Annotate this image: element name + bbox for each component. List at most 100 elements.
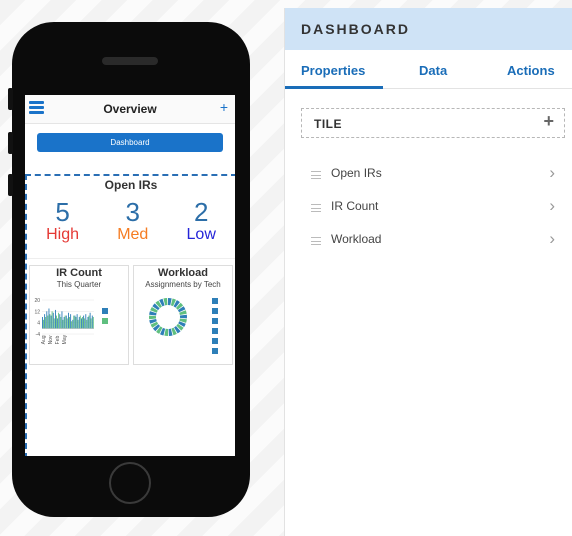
dashboard-drop-zone[interactable]: Open IRs 5 High 3 Med 2 Low IR Count Thi… <box>25 174 235 456</box>
phone-frame: Overview + Dashboard Open IRs 5 High 3 M… <box>8 22 250 517</box>
count-value: 2 <box>193 197 209 227</box>
legend-swatch <box>102 308 108 314</box>
donut-slice <box>179 314 187 319</box>
tab-data[interactable]: Data <box>419 50 447 92</box>
phone-header: Overview + <box>25 95 235 124</box>
donut-slice <box>149 315 157 320</box>
y-tick-label: 4 <box>37 321 40 327</box>
list-item-ir-count[interactable]: IR Count › <box>301 195 565 228</box>
bar <box>55 315 57 329</box>
bar <box>68 317 70 329</box>
bar <box>66 318 68 329</box>
chevron-right-icon[interactable]: › <box>549 196 555 216</box>
panel-header: DASHBOARD <box>285 8 572 50</box>
bar <box>46 311 48 329</box>
count-label: Low <box>186 226 216 243</box>
tile-dropzone[interactable]: TILE + <box>301 108 565 138</box>
chevron-right-icon[interactable]: › <box>549 163 555 183</box>
x-tick-label: May <box>62 334 68 344</box>
donut-slice <box>168 298 172 306</box>
open-irs-title: Open IRs <box>104 178 158 192</box>
bar <box>75 317 77 329</box>
bar <box>68 312 69 329</box>
tab-actions[interactable]: Actions <box>507 50 555 92</box>
bar <box>42 317 43 329</box>
bar <box>79 315 81 329</box>
bar <box>59 314 61 329</box>
bar <box>51 311 53 329</box>
list-item-label: IR Count <box>331 199 379 213</box>
workload-chart <box>149 298 218 354</box>
bar <box>87 317 89 329</box>
panel-tabs: Properties Data Actions <box>285 50 572 89</box>
workload-card[interactable]: Workload Assignments by Tech <box>133 265 233 365</box>
bar <box>55 309 56 329</box>
card-title: IR Count <box>56 267 102 279</box>
legend-swatch <box>212 338 218 344</box>
bar <box>65 315 67 329</box>
x-tick-label: Aug <box>41 335 47 344</box>
bar <box>77 319 79 329</box>
ir-count-card[interactable]: IR Count This Quarter 20 12 4 -4 Aug Nov Feb Ma… <box>29 265 129 365</box>
bar <box>84 318 86 329</box>
phone-title: Overview <box>103 102 157 116</box>
list-item-workload[interactable]: Workload › <box>301 228 565 261</box>
card-subtitle: This Quarter <box>56 280 102 289</box>
bar <box>70 314 72 329</box>
add-tile-icon[interactable]: + <box>543 111 554 132</box>
open-irs-counts: 5 High 3 Med 2 Low <box>27 198 235 244</box>
bar <box>64 315 66 329</box>
bar <box>92 317 94 329</box>
dashboard-button[interactable]: Dashboard <box>37 133 223 152</box>
bar <box>88 315 90 329</box>
bar <box>63 317 65 329</box>
bar <box>81 318 82 329</box>
card-subtitle: Assignments by Tech <box>145 280 221 289</box>
bar <box>47 315 49 329</box>
count-med: 3 Med <box>117 198 148 244</box>
x-tick-label: Feb <box>55 335 61 344</box>
bar <box>73 315 75 329</box>
bar <box>74 315 76 329</box>
bar <box>50 315 52 329</box>
count-label: High <box>46 226 79 243</box>
y-tick-label: 20 <box>34 298 40 304</box>
card-title: Workload <box>158 267 208 279</box>
list-item-label: Workload <box>331 232 382 246</box>
chevron-right-icon[interactable]: › <box>549 229 555 249</box>
phone-side-button <box>8 174 13 196</box>
donut-slice <box>164 328 168 336</box>
bar <box>76 314 78 329</box>
drag-handle-icon[interactable] <box>311 237 321 245</box>
list-item-label: Open IRs <box>331 166 382 180</box>
bar <box>49 314 51 329</box>
bar <box>71 321 73 329</box>
drag-handle-icon[interactable] <box>311 204 321 212</box>
home-button[interactable] <box>109 462 151 504</box>
legend-swatch <box>212 328 218 334</box>
bar <box>53 318 55 329</box>
y-tick-label: -4 <box>36 332 41 338</box>
bar <box>48 308 50 329</box>
phone-side-button <box>8 88 13 110</box>
drag-handle-icon[interactable] <box>311 171 321 179</box>
count-value: 5 <box>55 197 70 227</box>
dashboard-panel: DASHBOARD Properties Data Actions TILE +… <box>284 8 572 536</box>
list-item-open-irs[interactable]: Open IRs › <box>301 162 565 195</box>
bar <box>72 319 74 329</box>
bar <box>60 317 62 329</box>
legend-swatch <box>102 318 108 324</box>
count-low: 2 Low <box>187 198 216 244</box>
bar <box>42 319 44 329</box>
active-tab-indicator <box>285 86 383 89</box>
bar <box>58 312 60 329</box>
count-high: 5 High <box>46 198 79 244</box>
legend-swatch <box>212 298 218 304</box>
count-value: 3 <box>125 197 140 227</box>
bar <box>78 317 80 329</box>
x-tick-label: Nov <box>48 335 54 344</box>
tile-label: TILE <box>314 117 342 131</box>
bar <box>44 314 46 329</box>
tile-list: Open IRs › IR Count › Workload › <box>301 162 565 261</box>
add-icon[interactable]: + <box>220 99 228 115</box>
